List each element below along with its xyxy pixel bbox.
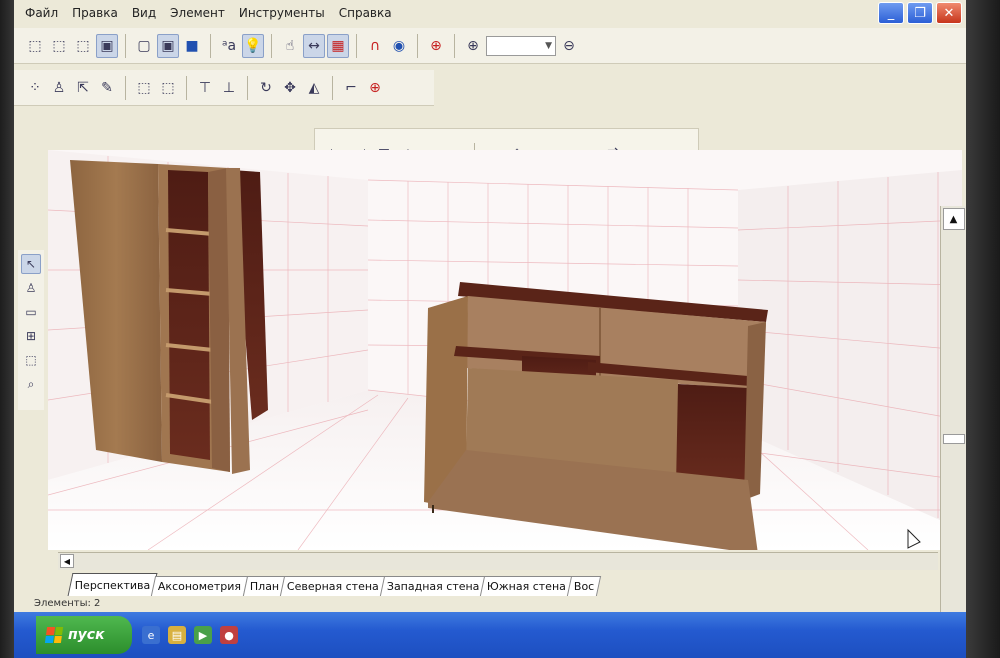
chevron-down-icon: ▼ — [545, 40, 552, 51]
menu-bar: Файл Правка Вид Элемент Инструменты Спра… — [14, 0, 966, 26]
zoom-out-icon[interactable]: ⊖ — [558, 34, 580, 58]
folder-icon[interactable]: ▤ — [168, 626, 186, 644]
horizontal-scrollbar[interactable]: ◀ — [58, 552, 938, 570]
text-size-icon[interactable]: ᵃa — [218, 34, 240, 58]
ie-browser-icon[interactable]: e — [142, 626, 160, 644]
tab-plan-label: План — [249, 580, 279, 593]
menu-tools[interactable]: Инструменты — [232, 6, 332, 20]
scroll-thumb[interactable] — [943, 434, 965, 444]
tab-south-wall[interactable]: Южная стена — [480, 576, 574, 596]
globe-icon[interactable]: ◉ — [388, 34, 410, 58]
magnifier-icon[interactable]: ⌕ — [21, 374, 41, 394]
arrow-cursor-icon[interactable]: ↖ — [21, 254, 41, 274]
zoom-in-icon[interactable]: ⊕ — [462, 34, 484, 58]
toolbar-separator — [125, 75, 126, 100]
cube-solid-icon[interactable]: ■ — [181, 34, 203, 58]
tab-perspective[interactable]: Перспектива — [67, 573, 158, 596]
scroll-left-icon[interactable]: ◀ — [60, 554, 74, 568]
start-button[interactable]: пуск — [36, 616, 132, 654]
wardrobe-model[interactable] — [70, 160, 268, 474]
desk-model[interactable] — [424, 282, 768, 550]
measure-icon[interactable]: ⊞ — [21, 326, 41, 346]
tab-west-wall-label: Западная стена — [386, 580, 480, 593]
toolbar-separator — [417, 33, 418, 58]
app-icon[interactable]: ● — [220, 626, 238, 644]
corner-icon[interactable]: ⌐ — [340, 76, 362, 100]
maximize-button[interactable]: ❐ — [907, 2, 933, 24]
move-person-icon[interactable]: ♙ — [48, 76, 70, 100]
menu-file[interactable]: Файл — [18, 6, 65, 20]
cube-hidden-icon[interactable]: ⬚ — [72, 34, 94, 58]
crosshair-icon[interactable]: ⊕ — [364, 76, 386, 100]
close-button[interactable]: ✕ — [936, 2, 962, 24]
unpin-icon[interactable]: ⊥ — [218, 76, 240, 100]
tab-east-wall[interactable]: Вос — [567, 576, 602, 596]
toolbar-separator — [454, 33, 455, 58]
toolbar-separator — [186, 75, 187, 100]
tab-south-wall-label: Южная стена — [487, 580, 567, 593]
zoom-select[interactable]: ▼ — [486, 35, 556, 56]
edit-toolbar: ⁘ ♙ ⇱ ✎ ⬚ ⬚ ⊤ ⊥ ↻ ✥ ◭ ⌐ ⊕ — [14, 70, 434, 106]
vertical-scrollbar[interactable]: ▲ — [940, 206, 966, 636]
toolbar-separator — [210, 33, 211, 58]
menu-element[interactable]: Элемент — [163, 6, 232, 20]
cube-outline-icon[interactable]: ⬚ — [48, 34, 70, 58]
pointer-settings-icon[interactable]: ☝ — [279, 34, 301, 58]
side-toolbar: ↖ ♙ ▭ ⊞ ⬚ ⌕ — [18, 250, 44, 410]
menu-view[interactable]: Вид — [125, 6, 163, 20]
menu-edit[interactable]: Правка — [65, 6, 125, 20]
taskbar: пуск e ▤ ▶ ● — [14, 612, 966, 658]
tab-perspective-label: Перспектива — [74, 578, 151, 592]
rotate-icon[interactable]: ↻ — [255, 76, 277, 100]
select-all-icon[interactable]: ⁘ — [24, 76, 46, 100]
toolbar-separator — [247, 75, 248, 100]
magnet-icon[interactable]: ∩ — [364, 34, 386, 58]
tab-west-wall[interactable]: Западная стена — [379, 576, 487, 596]
monitor-bezel-right — [966, 0, 1000, 658]
toolbar-separator — [125, 33, 126, 58]
ungroup-icon[interactable]: ⬚ — [157, 76, 179, 100]
start-button-label: пуск — [68, 627, 105, 643]
mirror-icon[interactable]: ◭ — [303, 76, 325, 100]
toolbar-separator — [332, 75, 333, 100]
minimize-button[interactable]: _ — [878, 2, 904, 24]
grid-icon[interactable]: ▦ — [327, 33, 349, 58]
tab-axonometry[interactable]: Аксонометрия — [151, 576, 249, 596]
scene-3d — [48, 150, 962, 550]
cube-shaded-icon[interactable]: ▣ — [96, 33, 118, 58]
tab-east-wall-label: Вос — [574, 580, 595, 593]
app-window: Файл Правка Вид Элемент Инструменты Спра… — [14, 0, 966, 658]
pencil-icon[interactable]: ✎ — [96, 76, 118, 100]
group-icon[interactable]: ⬚ — [133, 76, 155, 100]
pin-icon[interactable]: ⊤ — [194, 76, 216, 100]
menu-help[interactable]: Справка — [332, 6, 399, 20]
tab-axonometry-label: Аксонометрия — [158, 580, 242, 593]
tab-north-wall-label: Северная стена — [286, 580, 379, 593]
view-tabs: Перспектива Аксонометрия План Северная с… — [67, 572, 602, 596]
scroll-up-icon[interactable]: ▲ — [942, 208, 965, 230]
walk-icon[interactable]: ♙ — [21, 278, 41, 298]
windows-logo-icon — [44, 627, 64, 643]
cube-wire-icon[interactable]: ⬚ — [24, 34, 46, 58]
window-controls: _ ❐ ✕ — [878, 2, 962, 24]
quick-launch: e ▤ ▶ ● — [142, 626, 238, 644]
dimension-icon[interactable]: ↔ — [303, 33, 325, 58]
zoom-region-icon[interactable]: ⬚ — [21, 350, 41, 370]
tab-north-wall[interactable]: Северная стена — [279, 576, 386, 596]
light-bulb-icon[interactable]: 💡 — [242, 33, 264, 58]
toolbar-separator — [271, 33, 272, 58]
target-icon[interactable]: ⊕ — [425, 34, 447, 58]
rectangle-icon[interactable]: ▭ — [21, 302, 41, 322]
cursor-select-icon[interactable]: ⇱ — [72, 76, 94, 100]
toolbar-separator — [356, 33, 357, 58]
perspective-viewport[interactable] — [48, 150, 962, 550]
move-icon[interactable]: ✥ — [279, 76, 301, 100]
main-toolbar: ⬚ ⬚ ⬚ ▣ ▢ ▣ ■ ᵃa 💡 ☝ ↔ ▦ ∩ ◉ ⊕ ⊕ ▼ ⊖ — [14, 28, 966, 64]
cube-single-icon[interactable]: ▢ — [133, 34, 155, 58]
cube-render-icon[interactable]: ▣ — [157, 33, 179, 58]
media-icon[interactable]: ▶ — [194, 626, 212, 644]
status-bar-elements: Элементы: 2 — [34, 598, 101, 609]
